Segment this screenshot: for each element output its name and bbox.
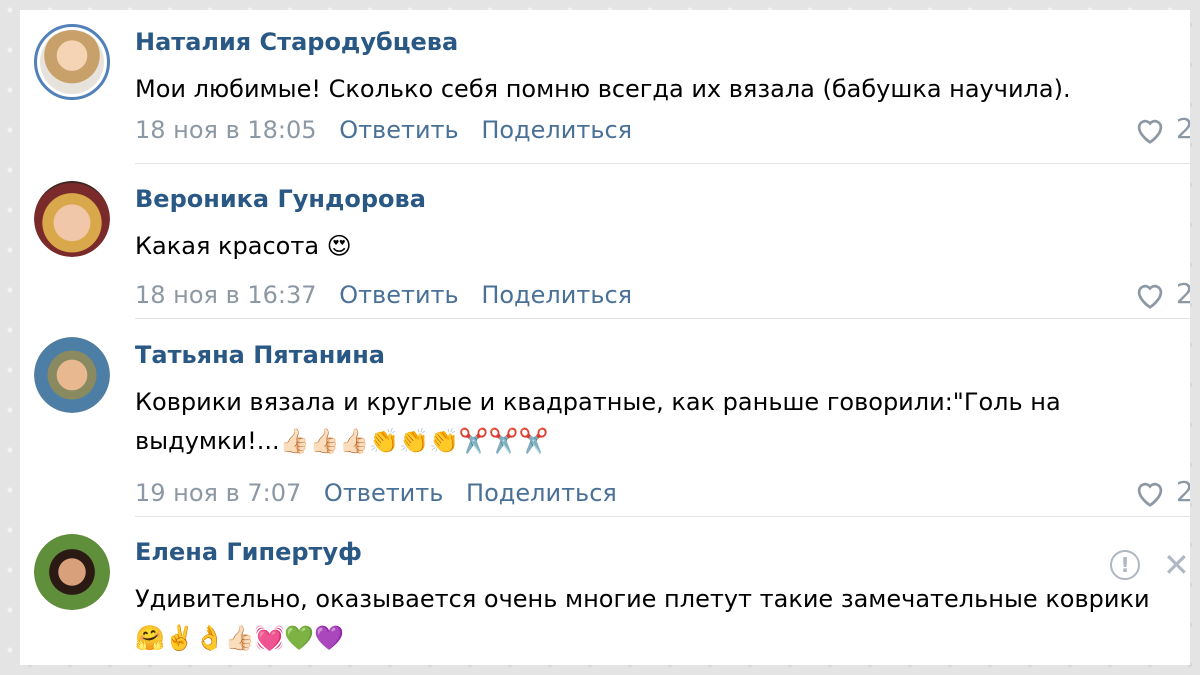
reply-button[interactable]: Ответить bbox=[339, 281, 458, 309]
avatar[interactable] bbox=[34, 181, 110, 257]
like-count: 2 bbox=[1175, 112, 1190, 145]
comment-text-body: Коврики вязала и круглые и квадратные, к… bbox=[135, 388, 1061, 455]
share-button[interactable]: Поделиться bbox=[481, 281, 632, 309]
comment-date[interactable]: 19 ноя в 7:07 bbox=[135, 479, 301, 507]
comment-text: Какая красота 😍 bbox=[135, 227, 1165, 266]
heart-icon bbox=[1137, 284, 1163, 309]
comments-panel: Наталия Стародубцева Мои любимые! Скольк… bbox=[20, 10, 1190, 665]
avatar[interactable] bbox=[34, 534, 110, 610]
comment-meta: 18 ноя в 16:37 Ответить Поделиться bbox=[135, 281, 647, 309]
comment-emoji: 😍 bbox=[326, 232, 352, 260]
comment-author[interactable]: Вероника Гундорова bbox=[135, 185, 426, 213]
comment-text: Мои любимые! Сколько себя помню всегда и… bbox=[135, 75, 1071, 103]
comment-emoji: 👍🏻👍🏻👍🏻👏👏👏✂️✂️✂️ bbox=[279, 427, 549, 455]
comment-text-body: Какая красота bbox=[135, 232, 320, 260]
avatar[interactable] bbox=[34, 337, 110, 413]
share-button[interactable]: Поделиться bbox=[481, 116, 632, 144]
divider bbox=[135, 163, 1190, 164]
close-icon[interactable]: ✕ bbox=[1163, 546, 1190, 584]
comment-author[interactable]: Наталия Стародубцева bbox=[135, 28, 458, 56]
like-button[interactable]: 2 bbox=[1133, 277, 1190, 310]
report-icon[interactable]: ! bbox=[1110, 550, 1140, 580]
reply-button[interactable]: Ответить bbox=[339, 116, 458, 144]
like-button[interactable]: 2 bbox=[1133, 475, 1190, 508]
comment-author[interactable]: Татьяна Пятанина bbox=[135, 341, 385, 369]
divider bbox=[135, 318, 1190, 319]
comment-emoji: 🤗✌️👌👍🏻💓💚💜 bbox=[135, 624, 345, 652]
like-button[interactable]: 2 bbox=[1133, 112, 1190, 145]
heart-icon bbox=[1137, 482, 1163, 507]
comment-author[interactable]: Елена Гипертуф bbox=[135, 538, 362, 566]
avatar[interactable] bbox=[34, 24, 110, 100]
comment-meta: 19 ноя в 7:07 Ответить Поделиться bbox=[135, 479, 632, 507]
comment-date[interactable]: 18 ноя в 16:37 bbox=[135, 281, 317, 309]
comment-text: Коврики вязала и круглые и квадратные, к… bbox=[135, 383, 1165, 461]
like-count: 2 bbox=[1175, 277, 1190, 310]
heart-icon bbox=[1137, 119, 1163, 144]
reply-button[interactable]: Ответить bbox=[324, 479, 443, 507]
divider bbox=[135, 516, 1190, 517]
like-count: 2 bbox=[1175, 475, 1190, 508]
share-button[interactable]: Поделиться bbox=[466, 479, 617, 507]
comment-date[interactable]: 18 ноя в 18:05 bbox=[135, 116, 317, 144]
comment-text-body: Удивительно, оказывается очень многие пл… bbox=[135, 585, 1150, 613]
comment-text: Удивительно, оказывается очень многие пл… bbox=[135, 580, 1165, 658]
comment-meta: 18 ноя в 18:05 Ответить Поделиться bbox=[135, 116, 647, 144]
